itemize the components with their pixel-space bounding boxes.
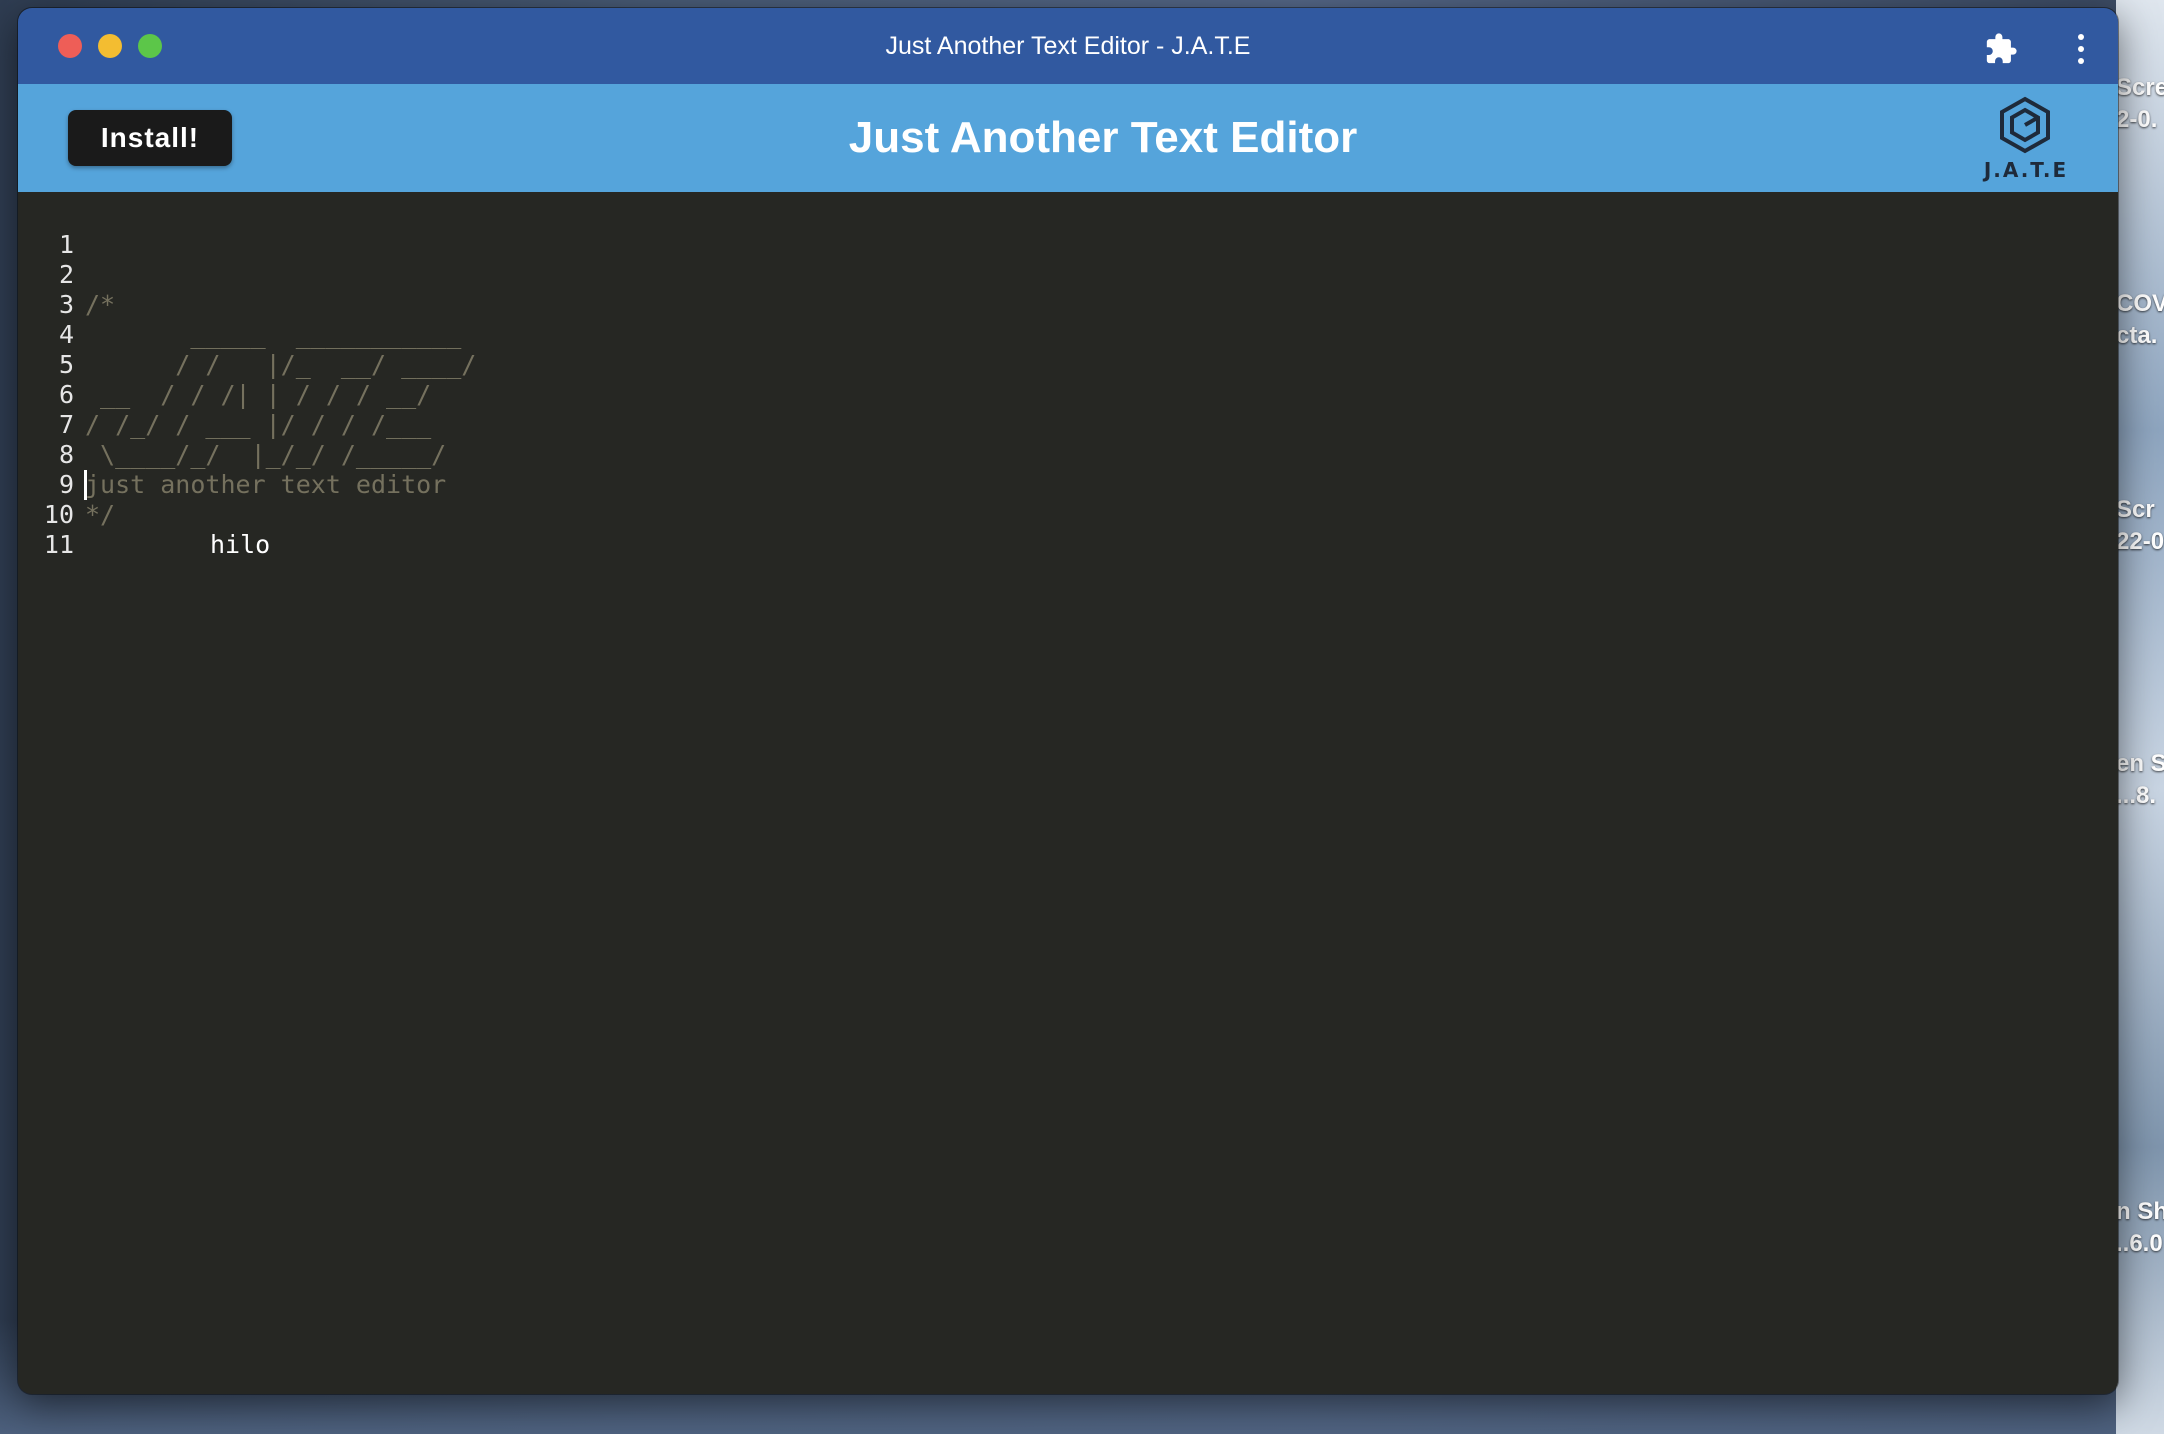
app-header: Just Another Text Editor Install! J.A.T.… [18, 84, 2118, 192]
desktop-file-label[interactable]: Scr 22-0 [2116, 494, 2164, 558]
editor-line: 4 / / |/_ __/ ____/ [18, 290, 476, 379]
line-text: just another text editor [85, 470, 447, 499]
title-bar[interactable]: Just Another Text Editor - J.A.T.E [18, 8, 2118, 84]
line-text-plain: hilo [210, 530, 271, 559]
app-window: Just Another Text Editor - J.A.T.E Just … [18, 8, 2118, 1394]
editor-line: 11 [18, 500, 108, 559]
line-text: \____/_/ |_/_/ /_____/ [85, 440, 447, 469]
editor-line: 10 [18, 470, 108, 529]
line-text: __ / / /| | / / / __/ [85, 380, 432, 409]
line-text: / / |/_ __/ ____/ [85, 350, 477, 379]
editor-line: 3 _____ ___________ [18, 260, 461, 349]
editor-line: 6 / /_/ / ___ |/ / / /___ [18, 350, 431, 439]
puzzle-piece-icon[interactable] [1984, 32, 2018, 66]
page-title: Just Another Text Editor [848, 113, 1358, 162]
desktop-file-label[interactable]: COV cta. [2116, 288, 2164, 352]
hexagon-logo-icon [2000, 96, 2050, 154]
editor-line: 2 /* [18, 230, 115, 319]
more-vertical-icon[interactable] [2074, 32, 2088, 66]
desktop-file-label[interactable]: en S ...8. [2116, 748, 2164, 812]
desktop-file-label[interactable]: Scre 2-0. [2116, 72, 2164, 136]
line-number: 11 [43, 530, 74, 559]
line-text: / /_/ / ___ |/ / / /___ [85, 410, 432, 439]
editor-line: 1 [18, 200, 108, 259]
editor-line: 7 \____/_/ |_/_/ /_____/ [18, 380, 446, 469]
editor-line: 9 */ hilo [18, 440, 270, 559]
code-editor[interactable]: 1 2 /* 3 _____ ___________ 4 / / |/_ __/… [18, 192, 2118, 1394]
install-button[interactable]: Install! [68, 110, 232, 166]
editor-line: 8 just another text editor [18, 410, 446, 499]
jate-logo: J.A.T.E [1978, 96, 2068, 188]
desktop-file-label[interactable]: n Sh ..6.0 [2116, 1196, 2164, 1260]
logo-text: J.A.T.E [1983, 158, 2069, 182]
line-text: _____ ___________ [85, 320, 462, 349]
editor-line: 5 __ / / /| | / / / __/ [18, 320, 431, 409]
text-cursor [84, 470, 87, 500]
window-title: Just Another Text Editor - J.A.T.E [885, 32, 1251, 60]
